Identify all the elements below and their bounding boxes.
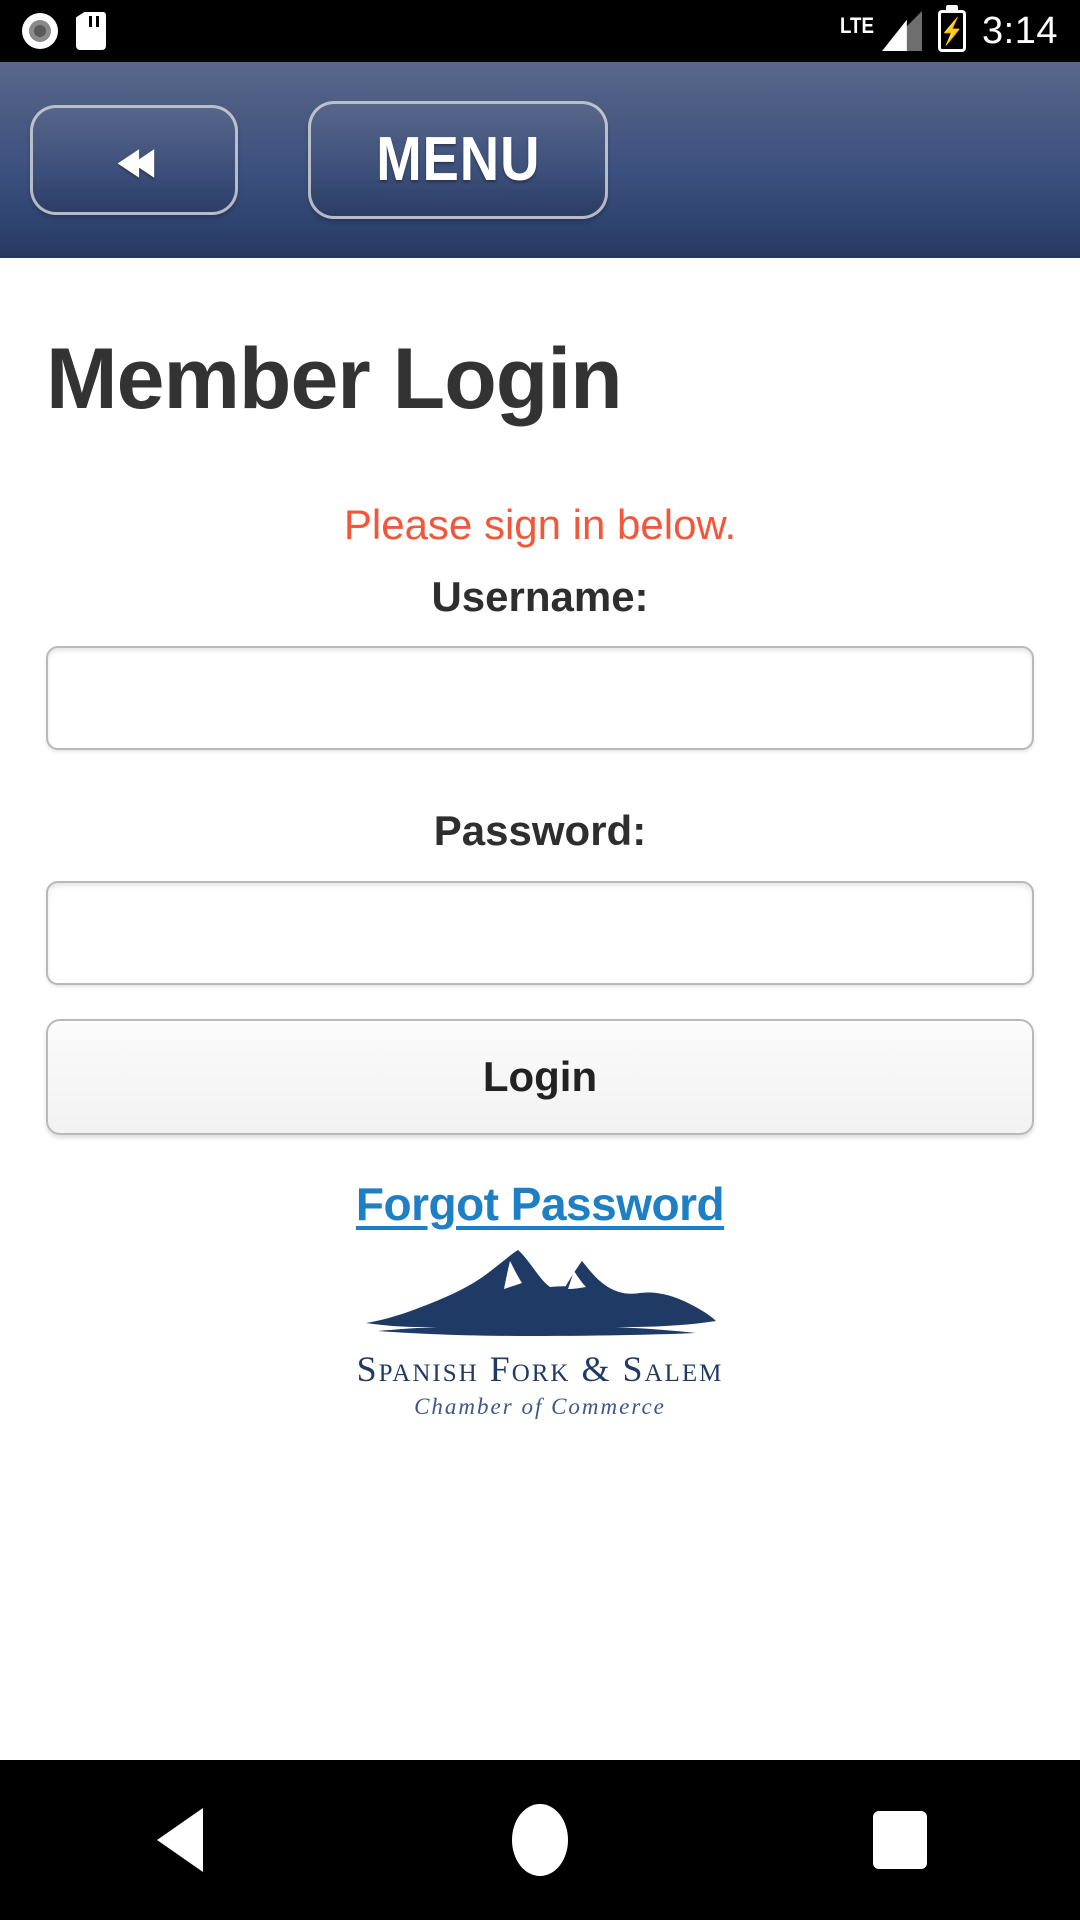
- battery-charging-icon: ⚡: [938, 10, 967, 52]
- status-bar: LTE ⚡ 3:14: [0, 0, 1080, 62]
- forgot-password-link[interactable]: Forgot Password: [356, 1178, 725, 1230]
- double-chevron-left-icon: ◂◂: [118, 131, 154, 189]
- recents-square-icon: [873, 1811, 927, 1869]
- menu-button-label: MENU: [375, 125, 541, 194]
- status-bar-left-icons: [22, 12, 106, 50]
- nav-recents-button[interactable]: [825, 1765, 975, 1915]
- username-input[interactable]: [46, 646, 1034, 751]
- status-bar-right-icons: LTE ⚡ 3:14: [840, 10, 1058, 52]
- page-title: Member Login: [46, 331, 623, 427]
- battery-bolt-glyph: ⚡: [940, 16, 964, 46]
- back-triangle-icon: [157, 1808, 203, 1872]
- app-header-bar: ◂◂ MENU: [0, 62, 1080, 272]
- nav-back-button[interactable]: [105, 1765, 255, 1915]
- record-dot-icon: [22, 13, 58, 49]
- nav-home-button[interactable]: [465, 1765, 615, 1915]
- login-button[interactable]: Login: [46, 1018, 1034, 1135]
- chamber-logo-name: Spanish Fork & Salem: [356, 1349, 724, 1389]
- sign-in-notice: Please sign in below.: [343, 501, 737, 548]
- sd-card-icon: [76, 12, 106, 50]
- network-type-label: LTE: [840, 13, 875, 38]
- mountain-range-icon: [366, 1250, 716, 1336]
- chamber-logo: Spanish Fork & Salem Chamber of Commerce: [0, 1245, 1080, 1420]
- android-nav-bar: [0, 1760, 1080, 1920]
- username-label: Username:: [431, 573, 649, 621]
- menu-button[interactable]: MENU: [308, 101, 608, 219]
- password-input[interactable]: [46, 880, 1034, 985]
- password-label: Password:: [433, 807, 647, 855]
- home-circle-icon: [512, 1804, 568, 1876]
- chamber-logo-subtitle: Chamber of Commerce: [414, 1394, 666, 1419]
- phone-screen: LTE ⚡ 3:14 ◂◂ MENU Member Login Please s…: [0, 0, 1080, 1920]
- signal-bars-icon: LTE: [840, 11, 923, 51]
- back-button[interactable]: ◂◂: [30, 105, 238, 215]
- status-bar-clock: 3:14: [982, 10, 1058, 52]
- main-content: Member Login Please sign in below. Usern…: [0, 258, 1080, 1760]
- forgot-password-row: Forgot Password: [46, 1177, 1034, 1231]
